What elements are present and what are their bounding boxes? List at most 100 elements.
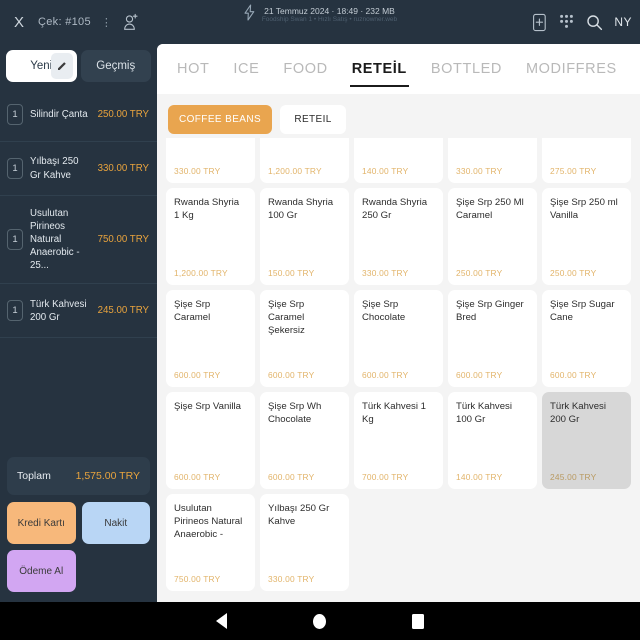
pos-app-window: X Çek: #105 ⋮ 21 Temmuz 2024 · 18:49 · 2… <box>0 0 640 640</box>
product-card[interactable]: 330.00 TRY <box>448 138 537 183</box>
product-card[interactable]: 1,200.00 TRY <box>260 138 349 183</box>
tab-food[interactable]: FOOD <box>271 44 339 94</box>
close-icon[interactable]: X <box>10 13 28 32</box>
order-item[interactable]: 1 Usulutan Pirineos Natural Anaerobic - … <box>0 196 157 285</box>
product-card[interactable]: Şişe Srp Sugar Cane 600.00 TRY <box>542 290 631 387</box>
product-card[interactable]: Şişe Srp Ginger Bred 600.00 TRY <box>448 290 537 387</box>
order-items-list[interactable]: 1 Silindir Çanta 250.00 TRY 1 Yılbaşı 25… <box>0 86 157 451</box>
order-total-label: Toplam <box>17 470 51 482</box>
home-circle-icon[interactable] <box>313 613 326 629</box>
product-price: 600.00 TRY <box>362 370 409 380</box>
product-name: Türk Kahvesi 100 Gr <box>456 401 512 426</box>
product-price: 600.00 TRY <box>268 370 315 380</box>
payment-buttons: Kredi Kartı Nakit Ödeme Al <box>0 502 157 602</box>
pencil-icon[interactable] <box>50 53 73 79</box>
product-name: Usulutan Pirineos Natural Anaerobic - <box>174 503 243 541</box>
product-card[interactable]: Şişe Srp 250 Ml Caramel 250.00 TRY <box>448 188 537 285</box>
product-price: 250.00 TRY <box>550 268 597 278</box>
order-item-name: Usulutan Pirineos Natural Anaerobic - 25… <box>30 208 80 272</box>
recent-square-icon[interactable] <box>412 613 424 629</box>
tab-bottled[interactable]: BOTTLED <box>419 44 514 94</box>
product-price: 140.00 TRY <box>456 472 503 482</box>
order-item-qty: 1 <box>7 104 23 125</box>
product-card[interactable]: Şişe Srp Caramel 600.00 TRY <box>166 290 255 387</box>
category-tabs: HOT ICE FOOD RETEİL BOTTLED MODIFFRES <box>157 44 640 94</box>
tab-modiffres[interactable]: MODIFFRES <box>514 44 629 94</box>
product-card[interactable]: Türk Kahvesi 100 Gr 140.00 TRY <box>448 392 537 489</box>
product-grid: 330.00 TRY 1,200.00 TRY 140.00 TRY 330.0… <box>157 138 640 591</box>
tab-yeni-label: Yeni <box>30 60 53 72</box>
product-card[interactable]: Türk Kahvesi 1 Kg 700.00 TRY <box>354 392 443 489</box>
check-number-label[interactable]: Çek: #105 <box>38 16 91 28</box>
product-price: 150.00 TRY <box>268 268 315 278</box>
cash-button[interactable]: Nakit <box>81 502 150 544</box>
order-tabs: Yeni Geçmiş <box>0 44 157 86</box>
product-price: 330.00 TRY <box>174 166 221 176</box>
tab-reteil[interactable]: RETEİL <box>340 44 419 94</box>
order-item-price: 750.00 TRY <box>97 234 149 246</box>
product-price: 245.00 TRY <box>550 472 597 482</box>
product-price: 330.00 TRY <box>268 574 315 584</box>
product-name: Şişe Srp Ginger Bred <box>456 299 524 324</box>
order-item-name: Yılbaşı 250 Gr Kahve <box>30 156 79 181</box>
product-card[interactable]: 140.00 TRY <box>354 138 443 183</box>
top-bar-left-group: X Çek: #105 ⋮ <box>10 13 139 32</box>
product-price: 600.00 TRY <box>550 370 597 380</box>
order-item[interactable]: 1 Yılbaşı 250 Gr Kahve 330.00 TRY <box>0 142 157 196</box>
order-item[interactable]: 1 Türk Kahvesi 200 Gr 245.00 TRY <box>0 284 157 339</box>
order-item-price: 245.00 TRY <box>97 305 149 317</box>
top-bar-right-group: NY <box>532 0 632 44</box>
product-card[interactable]: Rwanda Shyria 100 Gr 150.00 TRY <box>260 188 349 285</box>
product-card[interactable]: Şişe Srp Chocolate 600.00 TRY <box>354 290 443 387</box>
product-name: Şişe Srp Sugar Cane <box>550 299 615 324</box>
product-price: 600.00 TRY <box>174 472 221 482</box>
product-card[interactable]: Usulutan Pirineos Natural Anaerobic - 75… <box>166 494 255 591</box>
android-navigation-bar <box>0 602 640 640</box>
top-bar: X Çek: #105 ⋮ 21 Temmuz 2024 · 18:49 · 2… <box>0 0 640 44</box>
product-price: 330.00 TRY <box>456 166 503 176</box>
product-card[interactable]: Şişe Srp Vanilla 600.00 TRY <box>166 392 255 489</box>
product-name: Yılbaşı 250 Gr Kahve <box>268 503 330 528</box>
check-menu-icon[interactable]: ⋮ <box>101 16 113 29</box>
product-card[interactable]: 275.00 TRY <box>542 138 631 183</box>
order-item-qty: 1 <box>7 300 23 322</box>
product-card-selected[interactable]: Türk Kahvesi 200 Gr 245.00 TRY <box>542 392 631 489</box>
product-card[interactable]: Şişe Srp 250 ml Vanilla 250.00 TRY <box>542 188 631 285</box>
product-price: 1,200.00 TRY <box>174 268 228 278</box>
product-price: 250.00 TRY <box>456 268 503 278</box>
lightning-icon <box>243 4 256 26</box>
product-name: Şişe Srp Vanilla <box>174 401 242 412</box>
keypad-icon[interactable] <box>558 13 575 32</box>
back-triangle-icon[interactable] <box>216 613 227 629</box>
product-card[interactable]: Rwanda Shyria 1 Kg 1,200.00 TRY <box>166 188 255 285</box>
datetime-label: 21 Temmuz 2024 · 18:49 · 232 MB <box>264 5 395 16</box>
product-price: 600.00 TRY <box>174 370 221 380</box>
product-name: Rwanda Shyria 100 Gr <box>268 197 334 222</box>
product-price: 600.00 TRY <box>456 370 503 380</box>
tab-hot[interactable]: HOT <box>165 44 221 94</box>
product-name: Şişe Srp Caramel Şekersiz <box>268 299 305 337</box>
catalog-panel: HOT ICE FOOD RETEİL BOTTLED MODIFFRES CO… <box>157 44 640 602</box>
search-icon[interactable] <box>586 14 603 31</box>
chip-reteil[interactable]: RETEIL <box>280 105 347 134</box>
user-initials-badge[interactable]: NY <box>614 15 632 29</box>
product-card[interactable]: Rwanda Shyria 250 Gr 330.00 TRY <box>354 188 443 285</box>
subcategory-chips: COFFEE BEANS RETEIL <box>157 94 640 140</box>
credit-card-button[interactable]: Kredi Kartı <box>7 502 76 544</box>
session-subtitle: Foodship Swan 1 • Hızlı Satış • ruznowne… <box>261 16 398 24</box>
product-card[interactable]: Şişe Srp Wh Chocolate 600.00 TRY <box>260 392 349 489</box>
product-card[interactable]: Şişe Srp Caramel Şekersiz 600.00 TRY <box>260 290 349 387</box>
take-payment-button[interactable]: Ödeme Al <box>7 550 76 592</box>
tab-ice[interactable]: ICE <box>221 44 271 94</box>
tab-gecmis[interactable]: Geçmiş <box>80 50 151 82</box>
chip-coffee-beans[interactable]: COFFEE BEANS <box>168 105 273 134</box>
product-grid-scroll[interactable]: 330.00 TRY 1,200.00 TRY 140.00 TRY 330.0… <box>157 138 640 602</box>
product-card[interactable]: 330.00 TRY <box>166 138 255 183</box>
product-card[interactable]: Yılbaşı 250 Gr Kahve 330.00 TRY <box>260 494 349 591</box>
tab-gecmis-label: Geçmiş <box>96 60 136 72</box>
tab-yeni[interactable]: Yeni <box>6 50 77 82</box>
tablet-add-icon[interactable] <box>532 13 547 32</box>
product-name: Şişe Srp 250 Ml Caramel <box>456 197 524 222</box>
order-item[interactable]: 1 Silindir Çanta 250.00 TRY <box>0 88 157 142</box>
add-person-icon[interactable] <box>123 13 139 31</box>
